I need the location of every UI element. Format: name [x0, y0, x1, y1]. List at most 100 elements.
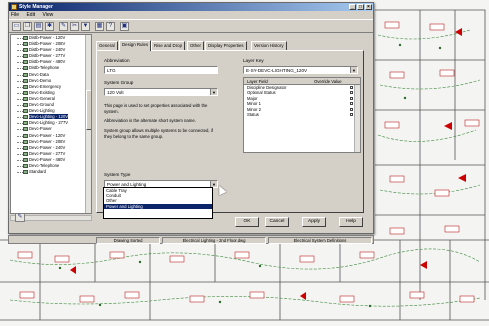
app-icon [11, 4, 17, 10]
system-definition-icon [23, 66, 28, 71]
system-definition-icon [23, 151, 28, 156]
tree-item-label: Distb-Power - 240V [29, 47, 66, 53]
help-button[interactable]: Help [339, 217, 363, 227]
tree-scroll-thumb[interactable] [86, 90, 91, 130]
tree-item-label: Devc-Power [29, 126, 52, 132]
system-group-select[interactable]: 120 Volt ▼ [104, 88, 218, 96]
system-definition-icon [23, 36, 28, 40]
system-group-label: System Group [104, 80, 134, 85]
layer-field-cell: Discipline Designator [247, 85, 287, 90]
style-manager-window: Style Manager _ □ × File Edit View ▭ ❐ ▤… [8, 2, 374, 234]
edit-style-icon[interactable]: ✎ [59, 22, 68, 31]
override-checkbox[interactable] [350, 86, 353, 89]
status-bar: Drawing Sorted Electrical Lighting - 2nd… [8, 235, 374, 244]
status-style-category: Electrical System Definitions [268, 237, 372, 244]
open-drawing-icon[interactable]: ▭ [12, 22, 21, 31]
tree-item-label: Devc-Telephone [29, 162, 60, 168]
layer-field-cell: Major [247, 95, 258, 101]
tree-item-label: Devc-Power - 120V [29, 132, 66, 138]
system-definition-icon [23, 84, 28, 89]
help-text-page: This page is used to set properties asso… [104, 103, 208, 114]
window-title: Style Manager [19, 4, 53, 10]
override-checkbox[interactable] [350, 112, 353, 116]
menu-bar: File Edit View [9, 11, 373, 19]
new-style-icon[interactable]: ✱ [45, 22, 54, 31]
paste-icon[interactable]: ▤ [34, 22, 43, 31]
system-definition-icon [23, 48, 28, 53]
tab-general[interactable]: General [96, 41, 118, 50]
status-drawing-sorted: Drawing Sorted [96, 237, 160, 244]
system-definition-icon [23, 121, 28, 126]
table-row[interactable]: Status [244, 112, 360, 117]
tree-list: Distb-Power - 120V Distb-Power - 208V Dist… [11, 35, 91, 175]
dropdown-options: Cable Tray Conduit Other Power and Lighting [104, 188, 212, 209]
help-icon[interactable]: ? [106, 22, 115, 31]
help-text-system-group: System group allows multiple systems to … [104, 128, 213, 139]
layer-table-scrollbar[interactable] [354, 85, 360, 152]
system-type-label: System Type [104, 172, 131, 177]
layer-table-header: Layer Field Override Value [244, 78, 360, 85]
toolbar: ▭ ❐ ▤ ✱ ✎ ✂ ▼ ▦ ? ▣ [9, 19, 373, 33]
system-definition-icon [23, 103, 28, 108]
tab-design-rules[interactable]: Design Rules [119, 40, 152, 51]
layer-field-cell: Minor 2 [247, 106, 261, 112]
tree-item-label: Devc-Lighting - 120V [29, 114, 69, 120]
drawing-icon[interactable]: ✎ [15, 213, 25, 222]
tree-item-label: Devc-Power - 277V [29, 150, 66, 156]
system-definition-icon [23, 42, 28, 47]
tree-item[interactable]: Standard [11, 169, 91, 175]
system-definition-icon [23, 96, 28, 101]
abbreviation-input[interactable]: LTG [104, 66, 218, 74]
chevron-down-icon[interactable]: ▼ [350, 67, 357, 73]
inventory-icon[interactable]: ▣ [120, 22, 129, 31]
system-definition-icon [23, 72, 28, 77]
menu-file[interactable]: File [11, 12, 19, 18]
close-button[interactable]: × [365, 4, 372, 10]
layer-field-header: Layer Field [247, 79, 268, 84]
title-bar[interactable]: Style Manager _ □ × [9, 3, 373, 11]
tree-item-label: Distb-Power - 277V [29, 53, 66, 59]
layer-key-select[interactable]: E-SY-DEVC-LIGHTING_120V ▼ [243, 66, 358, 74]
ok-button[interactable]: OK [235, 217, 259, 227]
system-definition-icon [23, 115, 28, 120]
override-checkbox[interactable] [350, 107, 353, 111]
override-checkbox[interactable] [350, 91, 353, 95]
override-checkbox[interactable] [350, 96, 353, 100]
filter-icon[interactable]: ▼ [81, 22, 90, 31]
toggle-view-icon[interactable]: ▦ [95, 22, 104, 31]
tab-other[interactable]: Other [187, 41, 204, 50]
menu-view[interactable]: View [42, 12, 53, 18]
tree-item-label: Devc-Emergency [29, 83, 62, 89]
tree-item-label: Devc-Existing [29, 89, 55, 95]
layer-override-table[interactable]: Layer Field Override Value Discipline De… [243, 77, 361, 153]
apply-button[interactable]: Apply [302, 217, 326, 227]
chevron-down-icon[interactable]: ▼ [210, 89, 217, 95]
dropdown-option[interactable]: Power and Lighting [104, 203, 212, 209]
maximize-button[interactable]: □ [357, 4, 364, 10]
cancel-button[interactable]: Cancel [265, 217, 289, 227]
tree-item-label: Standard [29, 169, 46, 175]
layer-field-cell: Status [247, 111, 259, 117]
system-type-dropdown-list[interactable]: Cable Tray Conduit Other Power and Lighting [103, 187, 213, 219]
override-checkbox[interactable] [350, 102, 353, 106]
tree-item-label: Devc-Ground [29, 102, 54, 108]
tab-version-history[interactable]: Version History [251, 41, 287, 50]
system-definition-icon [23, 109, 28, 114]
system-definition-icon [23, 157, 28, 162]
tree-item-label: Devc-Demo [29, 77, 52, 83]
menu-edit[interactable]: Edit [26, 12, 35, 18]
tab-display-properties[interactable]: Display Properties [205, 41, 247, 50]
copy-icon[interactable]: ❐ [23, 22, 32, 31]
help-text-abbreviation: Abbreviation is the alternate short syst… [104, 118, 196, 123]
system-definition-icon [23, 133, 28, 138]
tree-item-label: Devc-Lighting [29, 108, 55, 114]
tree-scrollbar[interactable] [85, 35, 91, 213]
layer-key-label: Layer Key [243, 58, 264, 63]
system-definition-icon [23, 90, 28, 95]
minimize-button[interactable]: _ [349, 4, 356, 10]
status-drawing-name: Electrical Lighting - 2nd Floor.dwg [162, 237, 266, 244]
style-tree[interactable]: Distb-Power - 120V Distb-Power - 208V Dist… [10, 34, 92, 214]
purge-icon[interactable]: ✂ [70, 22, 79, 31]
tab-rise-and-drop[interactable]: Rise and Drop [151, 41, 186, 50]
tree-item-label: Distb-Power - 480V [29, 59, 66, 65]
